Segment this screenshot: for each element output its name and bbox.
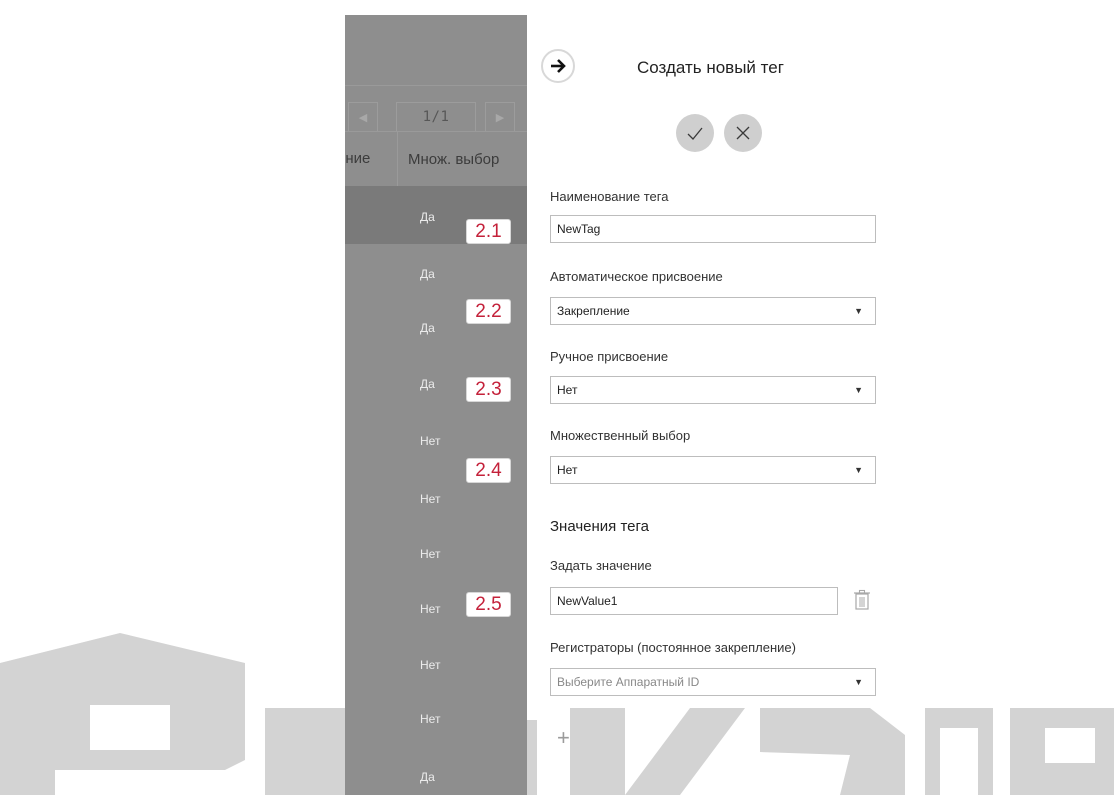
manual-assign-value: Нет: [557, 383, 578, 397]
page: ◀ 1/1 ▶ ение Множ. выбор Да Да Да Да Нет…: [0, 0, 1114, 795]
table-cell: Нет: [420, 434, 441, 448]
table-cell: Да: [420, 321, 435, 335]
page-title: Создать новый тег: [637, 58, 784, 77]
arrow-right-icon[interactable]: [541, 49, 575, 83]
confirm-button[interactable]: [676, 114, 714, 152]
table-header: ение Множ. выбор: [345, 131, 527, 187]
annotation-badge: 2.1: [466, 219, 511, 244]
dropdown-caret-icon: ▼: [854, 306, 863, 316]
trash-icon[interactable]: [852, 589, 872, 611]
tag-name-label: Наименование тега: [550, 189, 669, 204]
table-cell: Нет: [420, 712, 441, 726]
create-tag-panel: Создать новый тег Наименование тега NewT…: [527, 35, 882, 795]
table-cell: Да: [420, 770, 435, 784]
dropdown-caret-icon: ▼: [854, 677, 863, 687]
auto-assign-value: Закрепление: [557, 304, 630, 318]
manual-assign-label: Ручное присвоение: [550, 349, 669, 364]
column-header-multi-select[interactable]: Множ. выбор: [397, 132, 527, 187]
multi-select-select[interactable]: Нет ▼: [550, 456, 876, 484]
manual-assign-select[interactable]: Нет ▼: [550, 376, 876, 404]
plus-icon[interactable]: +: [557, 725, 570, 751]
annotation-badge: 2.2: [466, 299, 511, 324]
tag-values-section-title: Значения тега: [550, 518, 649, 535]
close-icon: [736, 126, 750, 140]
multi-select-value: Нет: [557, 463, 578, 477]
table-cell: Нет: [420, 658, 441, 672]
column-header-value[interactable]: ение: [345, 150, 370, 167]
hardware-id-placeholder: Выберите Аппаратный ID: [557, 675, 700, 689]
table-cell: Да: [420, 267, 435, 281]
hardware-id-select[interactable]: Выберите Аппаратный ID ▼: [550, 668, 876, 696]
auto-assign-label: Автоматическое присвоение: [550, 269, 723, 284]
dropdown-caret-icon: ▼: [854, 385, 863, 395]
annotation-badge: 2.3: [466, 377, 511, 402]
table-cell: Нет: [420, 492, 441, 506]
tag-name-input[interactable]: NewTag: [550, 215, 876, 243]
auto-assign-select[interactable]: Закрепление ▼: [550, 297, 876, 325]
annotation-badge: 2.4: [466, 458, 511, 483]
page-indicator[interactable]: 1/1: [396, 102, 476, 132]
cancel-button[interactable]: [724, 114, 762, 152]
set-value-input[interactable]: NewValue1: [550, 587, 838, 615]
multi-select-label: Множественный выбор: [550, 428, 691, 443]
table-cell: Да: [420, 377, 435, 391]
chevron-left-icon[interactable]: ◀: [348, 102, 378, 132]
table-cell: Нет: [420, 602, 441, 616]
set-value-label: Задать значение: [550, 558, 652, 573]
annotation-badge: 2.5: [466, 592, 511, 617]
dropdown-caret-icon: ▼: [854, 465, 863, 475]
checkmark-icon: [687, 127, 703, 140]
chevron-right-icon[interactable]: ▶: [485, 102, 515, 132]
tags-table-overlay: ◀ 1/1 ▶ ение Множ. выбор Да Да Да Да Нет…: [345, 15, 527, 795]
table-cell: Нет: [420, 547, 441, 561]
registrators-label: Регистраторы (постоянное закрепление): [550, 640, 796, 655]
table-cell: Да: [420, 210, 435, 224]
